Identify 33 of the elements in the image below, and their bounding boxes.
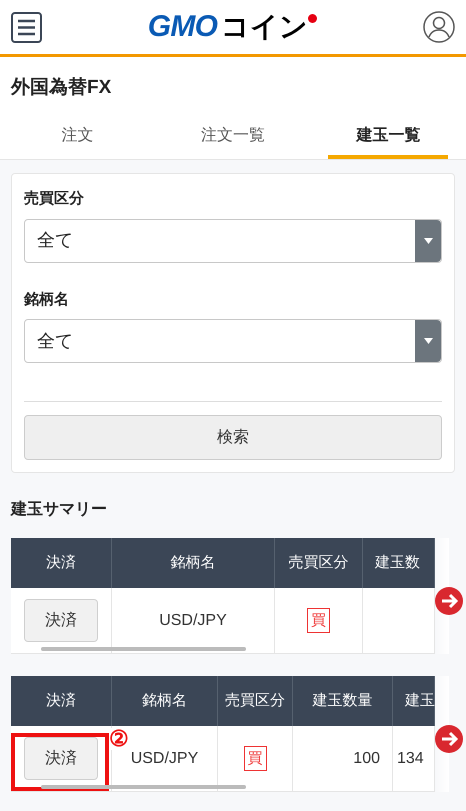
logo-text: コイン <box>221 13 308 41</box>
column-header: 売買区分 <box>218 676 293 726</box>
tab[interactable]: 建玉一覧 <box>328 117 448 159</box>
search-button[interactable]: 検索 <box>24 415 442 460</box>
page-title: 外国為替FX <box>10 76 112 100</box>
buy-badge: 買 <box>244 746 266 771</box>
logo-text: GMO <box>148 12 218 42</box>
column-header: 銘柄名 <box>112 538 275 588</box>
tab[interactable]: 注文一覧 <box>172 117 293 159</box>
select-field[interactable]: 全て <box>24 319 442 363</box>
menu-icon[interactable] <box>11 12 42 42</box>
table-cell: 134 <box>393 726 435 791</box>
column-header: 売買区分 <box>275 538 363 588</box>
caret-icon <box>424 238 432 244</box>
user-icon[interactable] <box>422 11 455 43</box>
field-label: 売買区分 <box>24 189 85 209</box>
caret-icon <box>424 338 432 344</box>
field-label: 銘柄名 <box>24 290 70 310</box>
step-number: ② <box>109 728 129 750</box>
column-header: 建玉数 <box>363 538 435 588</box>
column-header: 決済 <box>11 538 112 588</box>
column-header: 建玉 <box>393 676 435 726</box>
buy-badge: 買 <box>307 608 330 633</box>
tab[interactable]: 注文 <box>34 117 122 159</box>
table-cell: 100 <box>293 726 393 791</box>
settle-button[interactable]: 決済 <box>24 737 98 780</box>
settle-button[interactable]: 決済 <box>24 599 98 642</box>
column-header: 決済 <box>11 676 112 726</box>
logo-dot-icon <box>308 14 318 23</box>
column-header: 銘柄名 <box>112 676 218 726</box>
select-field[interactable]: 全て <box>24 218 442 262</box>
column-header: 建玉数量 <box>293 676 393 726</box>
section-title: 建玉サマリー <box>9 500 108 520</box>
